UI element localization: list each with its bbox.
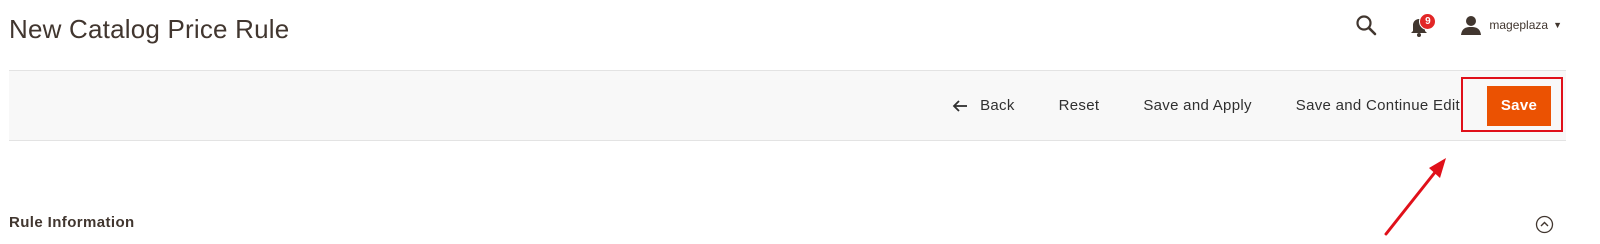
user-icon [1461,16,1482,35]
header-actions: 9 mageplaza ▼ [1354,12,1562,38]
page: New Catalog Price Rule 9 mageplaza ▼ Bac… [0,0,1600,244]
section-title: Rule Information [9,214,135,231]
arrow-left-icon [952,99,968,112]
save-and-apply-button[interactable]: Save and Apply [1143,97,1251,114]
page-actions-toolbar: Back Reset Save and Apply Save and Conti… [9,70,1566,141]
user-menu[interactable]: mageplaza ▼ [1460,14,1562,36]
annotation-arrow-icon [1384,158,1446,236]
user-name: mageplaza [1489,18,1549,32]
save-and-continue-edit-button[interactable]: Save and Continue Edit [1296,97,1460,114]
save-button[interactable]: Save [1487,85,1551,126]
notification-count-badge: 9 [1419,13,1437,30]
reset-button[interactable]: Reset [1059,97,1100,114]
chevron-up-icon[interactable] [1535,215,1554,234]
back-label: Back [980,97,1015,114]
notifications-button[interactable]: 9 [1408,12,1437,38]
search-icon[interactable] [1354,13,1378,37]
page-title: New Catalog Price Rule [9,14,290,44]
back-button[interactable]: Back [952,97,1015,114]
caret-down-icon: ▼ [1553,20,1562,30]
toolbar-buttons: Back Reset Save and Apply Save and Conti… [952,71,1551,140]
